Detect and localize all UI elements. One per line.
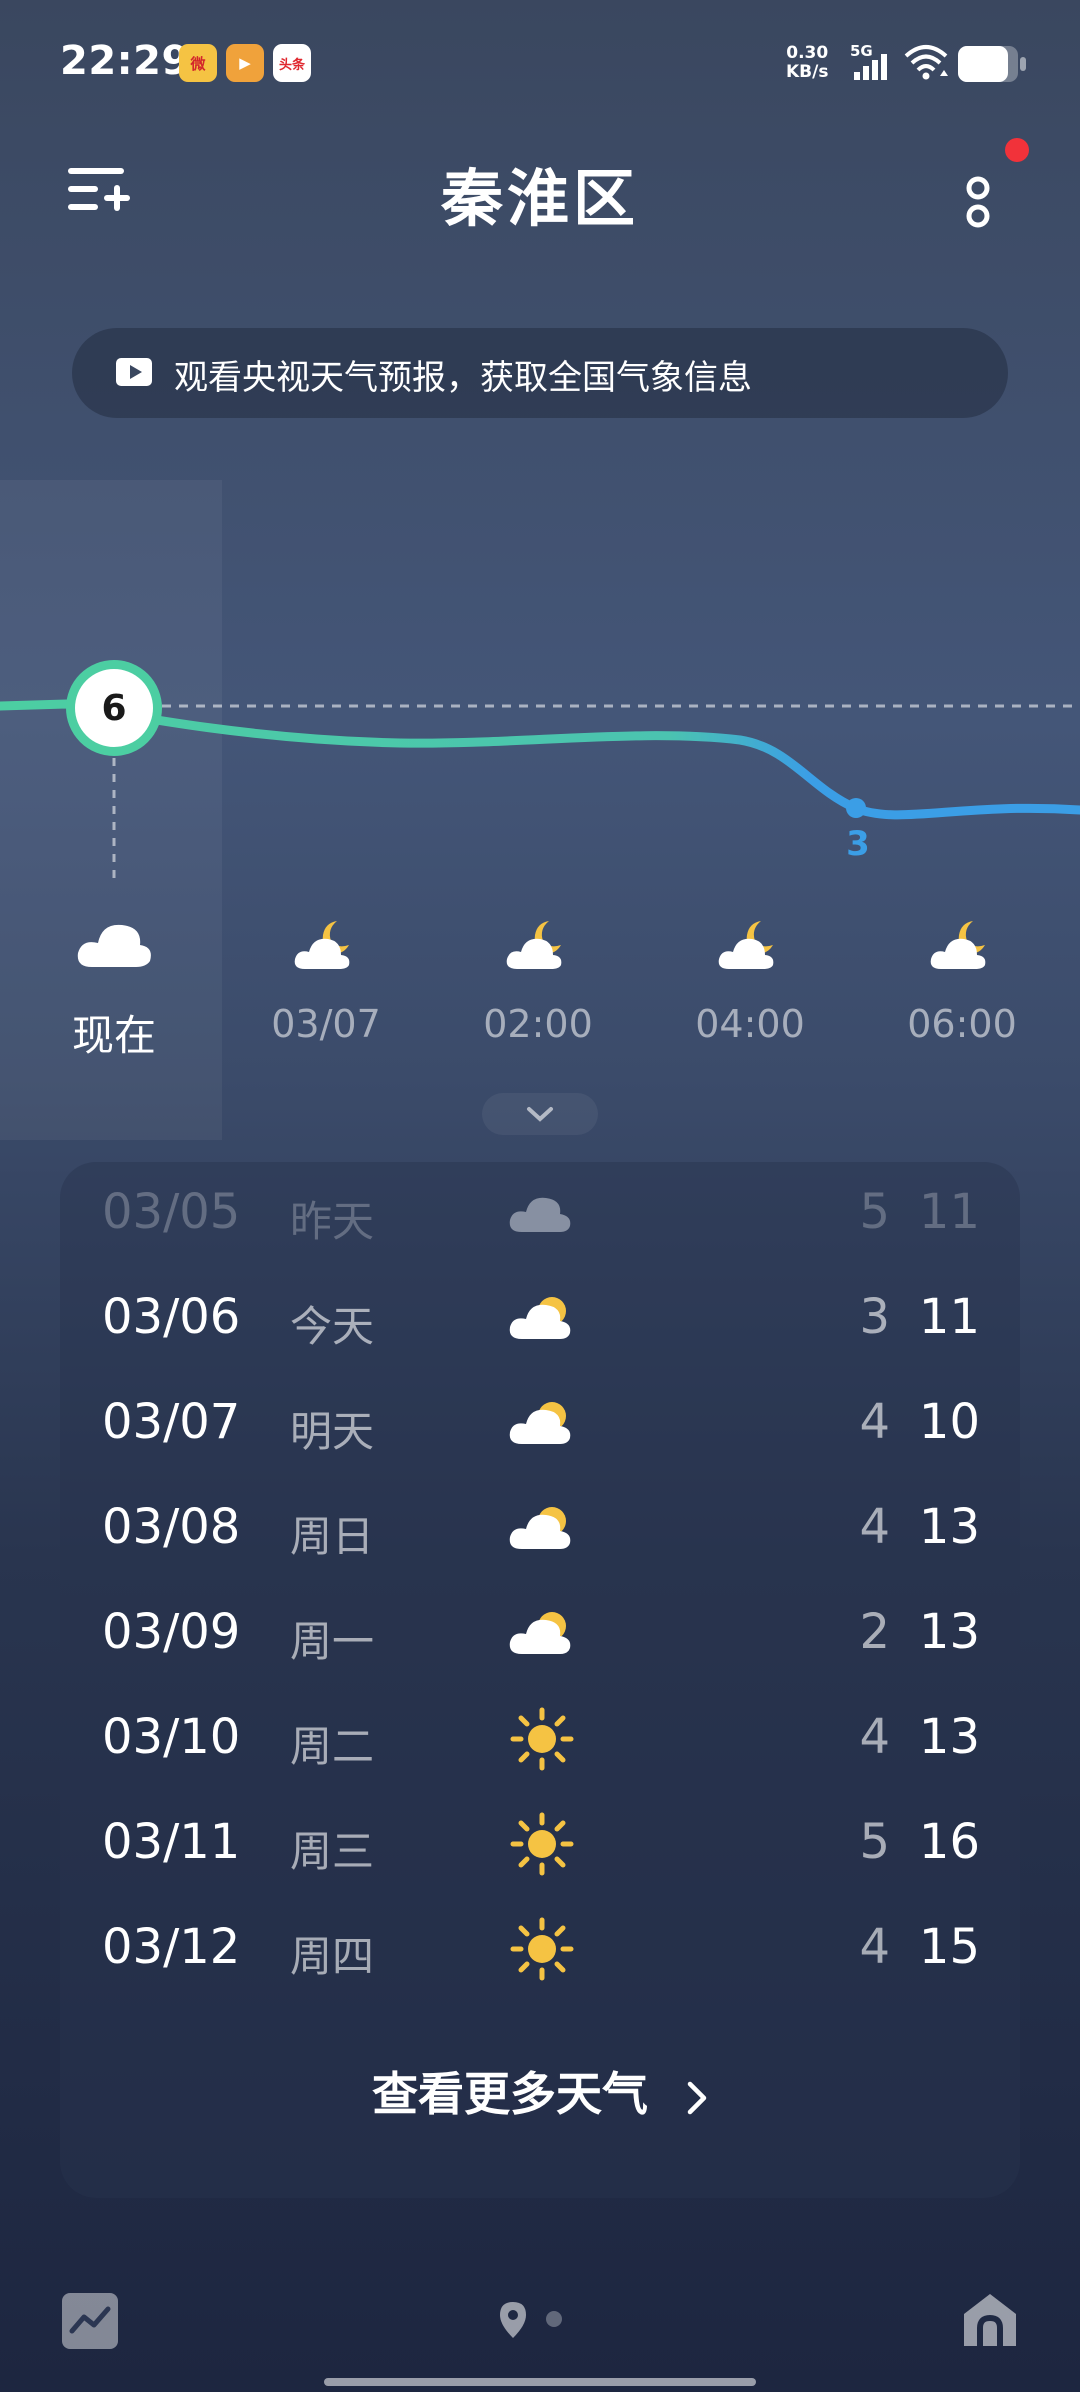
daily-low: 3 xyxy=(859,1289,890,1345)
status-bar: 22:29 微 ▶ 头条 0.30 KB/s 5G xyxy=(0,0,1080,120)
hour-item[interactable]: 02:00 xyxy=(448,910,628,1046)
daily-weekday: 周三 xyxy=(290,1827,375,1876)
home-icon[interactable] xyxy=(960,2290,1020,2350)
hour-item[interactable]: 04:00 xyxy=(660,910,840,1046)
hourly-temp-chart xyxy=(0,699,1080,880)
daily-row[interactable]: 03/12 周四 4 15 xyxy=(60,1897,1020,2002)
toutiao-icon: 头条 xyxy=(273,44,311,82)
daily-row[interactable]: 03/06 今天 3 11 xyxy=(60,1267,1020,1372)
daily-date: 03/07 xyxy=(102,1394,241,1450)
daily-high: 11 xyxy=(918,1184,980,1240)
daily-weekday: 周四 xyxy=(290,1932,375,1981)
daily-date: 03/06 xyxy=(102,1289,241,1345)
daily-weekday: 周一 xyxy=(290,1617,375,1666)
notification-dot xyxy=(1005,138,1029,162)
daily-weekday: 明天 xyxy=(290,1407,375,1456)
current-temp-bubble: 6 xyxy=(66,660,162,756)
daily-high: 10 xyxy=(918,1394,980,1450)
hour-item[interactable]: 03/07 xyxy=(236,910,416,1046)
partly-cloudy-night-icon xyxy=(448,910,628,980)
daily-row[interactable]: 03/11 周三 5 16 xyxy=(60,1792,1020,1897)
more-vertical-icon[interactable] xyxy=(958,160,998,240)
daily-row[interactable]: 03/09 周一 2 13 xyxy=(60,1582,1020,1687)
cloudy-icon xyxy=(24,910,204,980)
header: 秦淮区 xyxy=(0,130,1080,250)
sunny-icon xyxy=(502,1917,582,1981)
network-speed: 0.30 KB/s xyxy=(786,44,828,82)
city-title[interactable]: 秦淮区 xyxy=(0,148,1080,238)
partly-cloudy-icon xyxy=(502,1497,582,1561)
daily-high: 11 xyxy=(918,1289,980,1345)
chevron-down-icon xyxy=(527,1107,553,1122)
network-speed-unit: KB/s xyxy=(786,62,829,82)
battery-icon xyxy=(958,46,1026,82)
daily-row[interactable]: 03/05 昨天 5 11 xyxy=(60,1162,1020,1267)
daily-high: 16 xyxy=(918,1814,980,1870)
min-temp-label: 3 xyxy=(846,824,870,864)
video-play-icon xyxy=(116,358,152,386)
video-app-icon: ▶ xyxy=(226,44,264,82)
status-time: 22:29 xyxy=(60,38,190,84)
partly-cloudy-night-icon xyxy=(872,910,1052,980)
partly-cloudy-icon xyxy=(502,1287,582,1351)
page-indicator-dot xyxy=(546,2311,562,2327)
daily-weekday: 周日 xyxy=(290,1512,375,1561)
daily-low: 5 xyxy=(859,1814,890,1870)
more-weather-link[interactable]: 查看更多天气 xyxy=(60,2058,1020,2127)
daily-date: 03/12 xyxy=(102,1919,241,1975)
daily-row[interactable]: 03/10 周二 4 13 xyxy=(60,1687,1020,1792)
video-forecast-banner[interactable]: 观看央视天气预报，获取全国气象信息 xyxy=(72,328,1008,418)
daily-low: 5 xyxy=(859,1184,890,1240)
network-type: 5G xyxy=(850,42,873,60)
network-speed-value: 0.30 xyxy=(786,43,829,63)
hour-item[interactable]: 06:00 xyxy=(872,910,1052,1046)
daily-high: 13 xyxy=(918,1499,980,1555)
wifi-icon xyxy=(902,42,952,86)
hour-label: 03/07 xyxy=(271,1002,381,1046)
location-pin-icon[interactable] xyxy=(498,2300,528,2340)
chevron-right-icon xyxy=(686,2073,708,2127)
daily-date: 03/05 xyxy=(102,1184,241,1240)
cloudy-icon xyxy=(502,1182,582,1246)
daily-low: 2 xyxy=(859,1604,890,1660)
daily-high: 13 xyxy=(918,1604,980,1660)
hour-item-now[interactable]: 现在 xyxy=(24,910,204,1063)
daily-low: 4 xyxy=(859,1499,890,1555)
daily-date: 03/09 xyxy=(102,1604,241,1660)
daily-low: 4 xyxy=(859,1919,890,1975)
daily-low: 4 xyxy=(859,1709,890,1765)
partly-cloudy-icon xyxy=(502,1602,582,1666)
daily-forecast-card: 03/05 昨天 5 11 03/06 今天 3 11 03/07 明天 4 1… xyxy=(60,1162,1020,2198)
trend-chart-icon[interactable] xyxy=(62,2293,118,2349)
more-weather-label: 查看更多天气 xyxy=(371,2067,648,2121)
daily-row[interactable]: 03/07 明天 4 10 xyxy=(60,1372,1020,1477)
daily-date: 03/10 xyxy=(102,1709,241,1765)
partly-cloudy-night-icon xyxy=(660,910,840,980)
daily-row[interactable]: 03/08 周日 4 13 xyxy=(60,1477,1020,1582)
partly-cloudy-night-icon xyxy=(236,910,416,980)
hour-label: 现在 xyxy=(71,1011,156,1060)
daily-high: 15 xyxy=(918,1919,980,1975)
daily-high: 13 xyxy=(918,1709,980,1765)
daily-date: 03/11 xyxy=(102,1814,241,1870)
signal-5g-icon: 5G xyxy=(850,42,894,86)
banner-text: 观看央视天气预报，获取全国气象信息 xyxy=(174,358,752,398)
hour-label: 06:00 xyxy=(907,1002,1017,1046)
daily-weekday: 周二 xyxy=(290,1722,375,1771)
min-temp-point xyxy=(846,798,866,818)
weibo-icon: 微 xyxy=(179,44,217,82)
hour-label: 02:00 xyxy=(483,1002,593,1046)
partly-cloudy-icon xyxy=(502,1392,582,1456)
temperature-curve xyxy=(0,699,1080,820)
daily-weekday: 今天 xyxy=(290,1302,375,1351)
sunny-icon xyxy=(502,1707,582,1771)
sunny-icon xyxy=(502,1812,582,1876)
daily-low: 4 xyxy=(859,1394,890,1450)
daily-date: 03/08 xyxy=(102,1499,241,1555)
expand-button[interactable] xyxy=(482,1093,598,1135)
daily-weekday: 昨天 xyxy=(290,1197,375,1246)
hour-label: 04:00 xyxy=(695,1002,805,1046)
gesture-home-bar[interactable] xyxy=(324,2378,756,2386)
